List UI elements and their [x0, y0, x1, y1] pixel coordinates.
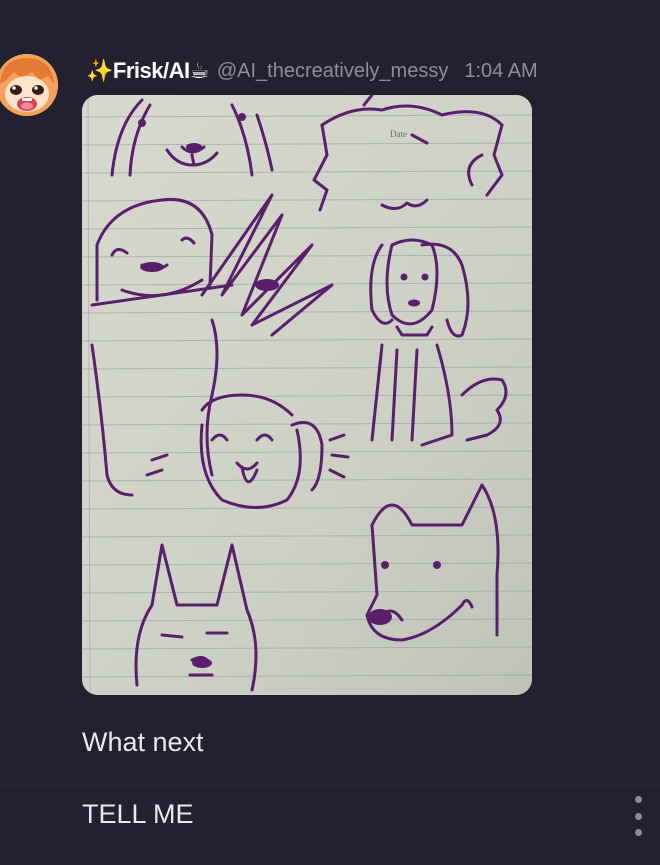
more-dot — [634, 812, 642, 820]
message-divider — [0, 785, 660, 786]
timestamp: 1:04 AM — [464, 59, 538, 82]
author-display-name[interactable]: ✨Frisk/AI☕ — [86, 58, 209, 84]
more-dot — [634, 796, 642, 803]
chat-message: ✨Frisk/AI☕ @AI_thecreatively_messy 1:04 … — [0, 0, 660, 865]
dog-doodles-photo: Date — [82, 95, 532, 695]
message-text-line-1: What next — [82, 727, 204, 757]
anime-girl-avatar-icon — [0, 54, 58, 116]
more-dot — [634, 829, 642, 836]
page-date-label: Date — [390, 129, 407, 139]
avatar[interactable] — [0, 54, 58, 116]
author-handle[interactable]: @AI_thecreatively_messy — [217, 60, 449, 83]
kebab-menu-icon[interactable] — [626, 796, 650, 836]
message-text-line-2: TELL ME — [82, 799, 194, 829]
image-attachment[interactable]: Date — [82, 95, 532, 695]
message-header: ✨Frisk/AI☕ @AI_thecreatively_messy 1:04 … — [86, 56, 538, 86]
